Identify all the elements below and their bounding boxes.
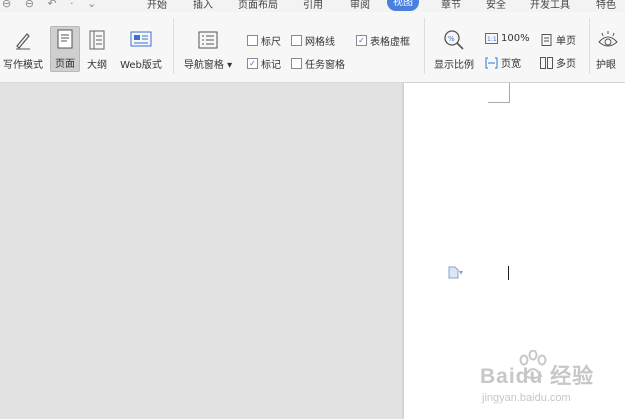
task-pane-check-box[interactable] xyxy=(291,58,302,69)
eye-care-button[interactable]: 护眼 xyxy=(596,28,625,71)
watermark-url: jingyan.baidu.com xyxy=(482,392,571,404)
gridlines-check-box[interactable] xyxy=(291,35,302,46)
navigation-pane-button[interactable]: 导航窗格 ▾ xyxy=(182,28,234,71)
margin-corner-mark xyxy=(488,83,510,103)
tab-security[interactable]: 安全 xyxy=(486,0,506,11)
page-view-label: 页面 xyxy=(55,59,75,70)
write-mode-button[interactable]: 写作模式 xyxy=(1,28,45,71)
tab-home[interactable]: 开始 xyxy=(147,0,167,11)
navigation-pane-icon xyxy=(196,28,220,52)
tab-references[interactable]: 引用 xyxy=(303,0,323,11)
ruler-check-box[interactable] xyxy=(247,35,258,46)
ruler-checkbox[interactable]: 标尺 xyxy=(247,33,281,48)
outline-icon xyxy=(85,28,109,52)
zoom-label: 显示比例 xyxy=(434,60,474,71)
web-view-button[interactable]: Web版式 xyxy=(116,28,166,71)
svg-text:%: % xyxy=(448,35,455,43)
zoom-100-button[interactable]: 1:1 100% xyxy=(485,32,530,44)
gridlines-checkbox[interactable]: 网格线 xyxy=(291,33,335,48)
ribbon: 写作模式 页面 大纲 Web版式 导航窗格 ▾ 标尺 网格线 ✓ 表格虚框 ✓ … xyxy=(0,12,625,83)
multi-page-button[interactable]: 多页 xyxy=(540,55,576,70)
single-page-icon xyxy=(540,33,553,46)
multi-page-label: 多页 xyxy=(556,59,576,70)
tab-page-layout[interactable]: 页面布局 xyxy=(238,0,278,11)
marks-label: 标记 xyxy=(261,60,281,71)
page-view-icon xyxy=(53,27,77,51)
svg-text:1:1: 1:1 xyxy=(487,36,497,43)
page-width-button[interactable]: 页宽 xyxy=(485,55,521,70)
marks-check-box[interactable]: ✓ xyxy=(247,58,258,69)
tab-review[interactable]: 审阅 xyxy=(350,0,370,11)
ruler-label: 标尺 xyxy=(261,37,281,48)
tab-view[interactable]: 视图 xyxy=(387,0,419,11)
text-cursor xyxy=(508,266,509,280)
eye-care-label: 护眼 xyxy=(596,60,616,71)
outline-view-button[interactable]: 大纲 xyxy=(84,28,110,71)
web-view-label: Web版式 xyxy=(120,60,162,71)
marks-checkbox[interactable]: ✓ 标记 xyxy=(247,56,281,71)
multi-page-icon xyxy=(540,56,553,69)
web-layout-icon xyxy=(129,28,153,52)
navigation-pane-label: 导航窗格 ▾ xyxy=(183,60,233,71)
quick-access-toolbar[interactable]: ⊖ ⊖ ↶ · ⌄ xyxy=(2,0,101,10)
write-mode-label: 写作模式 xyxy=(3,60,43,71)
divider xyxy=(589,18,590,74)
divider xyxy=(173,18,174,74)
baidu-watermark: Baidu 经验 jingyan.baidu.com xyxy=(480,350,620,412)
document-icon xyxy=(448,266,459,279)
pen-icon xyxy=(11,28,35,52)
zoom-button[interactable]: % 显示比例 xyxy=(431,28,477,71)
magnifier-icon: % xyxy=(442,28,466,52)
menu-bar: ⊖ ⊖ ↶ · ⌄ 开始 插入 页面布局 引用 审阅 视图 章节 安全 开发工具… xyxy=(0,0,625,12)
paragraph-handle[interactable]: ▾ xyxy=(448,266,463,279)
page-width-label: 页宽 xyxy=(501,59,521,70)
outline-label: 大纲 xyxy=(87,60,107,71)
single-page-button[interactable]: 单页 xyxy=(540,32,576,47)
zoom-100-icon: 1:1 xyxy=(485,32,498,44)
page-view-button[interactable]: 页面 xyxy=(50,26,80,72)
chevron-down-icon: ▾ xyxy=(459,268,464,277)
tab-developer[interactable]: 开发工具 xyxy=(530,0,570,11)
watermark-brand: Baidu 经验 xyxy=(480,365,595,388)
divider xyxy=(424,18,425,74)
table-frame-check-box[interactable]: ✓ xyxy=(356,35,367,46)
gridlines-label: 网格线 xyxy=(305,37,335,48)
eye-care-icon xyxy=(596,28,620,52)
task-pane-checkbox[interactable]: 任务窗格 xyxy=(291,56,345,71)
document-workspace xyxy=(0,83,404,419)
table-frame-checkbox[interactable]: ✓ 表格虚框 xyxy=(356,33,410,48)
tab-insert[interactable]: 插入 xyxy=(193,0,213,11)
table-frame-label: 表格虚框 xyxy=(370,37,410,48)
zoom-100-label: 100% xyxy=(501,32,530,44)
task-pane-label: 任务窗格 xyxy=(305,60,345,71)
page-width-icon xyxy=(485,57,498,69)
single-page-label: 单页 xyxy=(556,36,576,47)
tab-chapter[interactable]: 章节 xyxy=(441,0,461,11)
tab-special[interactable]: 特色 xyxy=(596,0,616,11)
